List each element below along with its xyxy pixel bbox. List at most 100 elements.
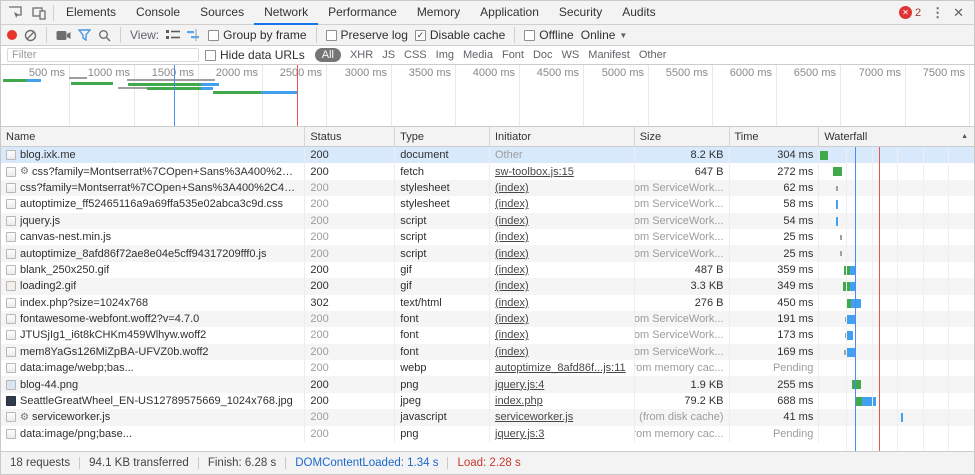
request-row[interactable]: ⚙css?family=Montserrat%7COpen+Sans%3A400… xyxy=(1,163,974,179)
request-row[interactable]: ⚙serviceworker.js200javascriptservicewor… xyxy=(1,409,974,425)
time-cell: 169 ms xyxy=(730,344,820,360)
request-row[interactable]: SeattleGreatWheel_EN-US12789575669_1024x… xyxy=(1,393,974,409)
grid-body: blog.ixk.me200documentOther8.2 KB304 ms⚙… xyxy=(1,147,974,451)
request-row[interactable]: css?family=Montserrat%7COpen+Sans%3A400%… xyxy=(1,180,974,196)
request-row[interactable]: blog-44.png200pngjquery.js:41.9 KB255 ms xyxy=(1,376,974,392)
small-rows-icon[interactable] xyxy=(166,29,180,41)
request-row[interactable]: index.php?size=1024x768302text/html(inde… xyxy=(1,295,974,311)
device-toolbar-icon[interactable] xyxy=(31,5,47,21)
disable-cache-label: Disable cache xyxy=(430,28,505,42)
request-row[interactable]: blog.ixk.me200documentOther8.2 KB304 ms xyxy=(1,147,974,163)
tab-memory[interactable]: Memory xyxy=(407,1,470,25)
close-icon[interactable]: ✕ xyxy=(953,5,964,21)
divider xyxy=(53,5,54,21)
initiator-link[interactable]: (index) xyxy=(495,329,529,341)
filter-pill-css[interactable]: CSS xyxy=(404,48,427,62)
initiator-link[interactable]: autoptimize_8afd86f...js:11 xyxy=(495,362,626,374)
initiator-link[interactable]: (index) xyxy=(495,280,529,292)
initiator-link[interactable]: (index) xyxy=(495,264,529,276)
request-row[interactable]: autoptimize_ff52465116a9a69ffa535e02abca… xyxy=(1,196,974,212)
filter-pill-font[interactable]: Font xyxy=(502,48,524,62)
initiator-link[interactable]: jquery.js:3 xyxy=(495,428,544,440)
filter-funnel-icon[interactable] xyxy=(78,29,91,41)
column-header-time[interactable]: Time xyxy=(730,127,820,146)
initiator-link[interactable]: (index) xyxy=(495,346,529,358)
column-header-type[interactable]: Type xyxy=(395,127,490,146)
column-header-initiator[interactable]: Initiator xyxy=(490,127,635,146)
filter-pill-manifest[interactable]: Manifest xyxy=(588,48,630,62)
request-row[interactable]: blank_250x250.gif200gif(index)487 B359 m… xyxy=(1,262,974,278)
initiator-link[interactable]: (index) xyxy=(495,313,529,325)
kebab-menu-icon[interactable]: ⋮ xyxy=(931,5,943,21)
filter-pill-xhr[interactable]: XHR xyxy=(350,48,373,62)
initiator-link[interactable]: (index) xyxy=(495,198,529,210)
initiator-link[interactable]: (index) xyxy=(495,182,529,194)
initiator-link[interactable]: index.php xyxy=(495,395,543,407)
column-header-waterfall[interactable]: Waterfall▲ xyxy=(819,127,974,146)
filter-pill-img[interactable]: Img xyxy=(436,48,454,62)
size-cell: (from ServiceWork... xyxy=(635,180,730,196)
preserve-log-checkbox[interactable]: Preserve log xyxy=(326,28,408,42)
request-row[interactable]: jquery.js200script(index)(from ServiceWo… xyxy=(1,213,974,229)
request-row[interactable]: autoptimize_8afd86f72ae8e04e5cff94317209… xyxy=(1,245,974,261)
request-row[interactable]: data:image/webp;bas...200webpautoptimize… xyxy=(1,360,974,376)
time-value: 688 ms xyxy=(777,395,813,407)
initiator-link[interactable]: jquery.js:4 xyxy=(495,379,544,391)
time-value: 169 ms xyxy=(777,346,813,358)
tab-sources[interactable]: Sources xyxy=(190,1,254,25)
size-cell: 487 B xyxy=(635,262,730,278)
clear-icon[interactable] xyxy=(24,29,37,42)
filter-pill-js[interactable]: JS xyxy=(382,48,395,62)
filter-pill-all[interactable]: All xyxy=(315,48,341,62)
initiator-value: Other xyxy=(495,149,523,161)
tab-console[interactable]: Console xyxy=(126,1,190,25)
offline-checkbox[interactable]: Offline xyxy=(524,28,573,42)
type-cell: script xyxy=(395,229,490,245)
request-row[interactable]: canvas-nest.min.js200script(index)(from … xyxy=(1,229,974,245)
size-cell: (from ServiceWork... xyxy=(635,245,730,261)
group-by-frame-checkbox[interactable]: Group by frame xyxy=(208,28,306,42)
tab-network[interactable]: Network xyxy=(254,1,318,25)
file-icon xyxy=(6,314,16,324)
initiator-link[interactable]: (index) xyxy=(495,215,529,227)
inspect-element-icon[interactable] xyxy=(7,5,23,21)
column-header-size[interactable]: Size xyxy=(635,127,730,146)
initiator-link[interactable]: (index) xyxy=(495,297,529,309)
column-header-name[interactable]: Name xyxy=(1,127,305,146)
waterfall-view-icon[interactable] xyxy=(187,29,201,41)
filter-input[interactable] xyxy=(7,48,199,62)
tab-security[interactable]: Security xyxy=(549,1,612,25)
error-icon: ✕ xyxy=(899,6,912,19)
throttling-select[interactable]: Online ▼ xyxy=(581,28,628,42)
filter-pill-other[interactable]: Other xyxy=(639,48,667,62)
initiator-link[interactable]: serviceworker.js xyxy=(495,411,573,423)
filter-pill-media[interactable]: Media xyxy=(463,48,493,62)
column-header-status[interactable]: Status xyxy=(305,127,395,146)
type-value: document xyxy=(400,149,448,161)
filter-pill-ws[interactable]: WS xyxy=(562,48,580,62)
search-icon[interactable] xyxy=(98,29,111,42)
request-row[interactable]: JTUSjIg1_i6t8kCHKm459Wlhyw.woff2200font(… xyxy=(1,327,974,343)
tab-performance[interactable]: Performance xyxy=(318,1,407,25)
error-badge[interactable]: ✕ 2 xyxy=(899,6,921,19)
tab-elements[interactable]: Elements xyxy=(56,1,126,25)
screenshot-icon[interactable] xyxy=(56,30,71,41)
initiator-link[interactable]: sw-toolbox.js:15 xyxy=(495,166,574,178)
initiator-link[interactable]: (index) xyxy=(495,248,529,260)
tab-audits[interactable]: Audits xyxy=(612,1,665,25)
initiator-link[interactable]: (index) xyxy=(495,231,529,243)
filter-pill-doc[interactable]: Doc xyxy=(533,48,553,62)
hide-data-urls-checkbox[interactable]: Hide data URLs xyxy=(205,48,305,62)
size-value: (from ServiceWork... xyxy=(635,313,724,325)
request-row[interactable]: loading2.gif200gif(index)3.3 KB349 ms xyxy=(1,278,974,294)
request-name: index.php?size=1024x768 xyxy=(20,297,148,309)
request-row[interactable]: fontawesome-webfont.woff2?v=4.7.0200font… xyxy=(1,311,974,327)
timeline-overview[interactable]: 500 ms1000 ms1500 ms2000 ms2500 ms3000 m… xyxy=(1,65,974,127)
request-row[interactable]: mem8YaGs126MiZpBA-UFVZ0b.woff2200font(in… xyxy=(1,344,974,360)
record-icon[interactable] xyxy=(7,30,17,40)
tab-application[interactable]: Application xyxy=(470,1,549,25)
disable-cache-checkbox[interactable]: ✓ Disable cache xyxy=(415,28,505,42)
overview-gridline xyxy=(262,65,263,126)
size-cell: 647 B xyxy=(635,163,730,179)
request-row[interactable]: data:image/png;base...200pngjquery.js:3(… xyxy=(1,426,974,442)
